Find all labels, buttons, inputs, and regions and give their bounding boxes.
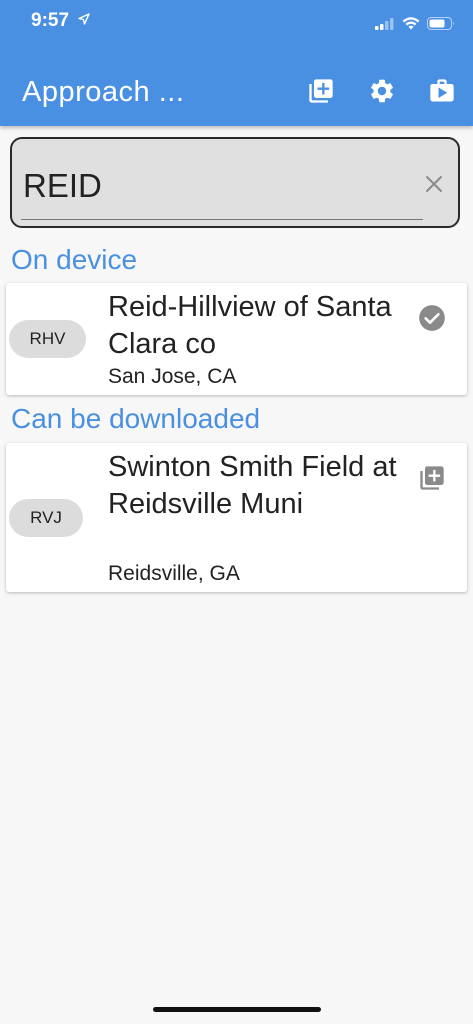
add-box-icon [309,79,333,103]
airport-name: Reid-Hillview of Santa Clara co [108,291,392,360]
location-arrow-icon [78,13,90,25]
home-indicator[interactable] [153,1007,321,1012]
briefcase-play-icon [430,79,454,102]
briefing-button[interactable] [426,75,458,107]
download-button[interactable] [417,463,447,493]
section-header-on-device: On device [11,244,138,275]
airport-city: Reidsville, GA [108,562,240,585]
cellular-signal-icon [375,17,394,30]
downloaded-status [417,303,447,333]
airport-code-chip: RVJ [9,499,83,537]
section-header-downloadable: Can be downloaded [11,403,261,434]
airport-city: San Jose, CA [108,365,237,388]
battery-icon [427,17,454,30]
airport-name: Swinton Smith Field at Reidsville Muni [108,451,397,520]
status-time: 9:57 [31,10,70,31]
search-box [10,137,460,228]
app-bar: 9:57 Approach ... [0,0,473,126]
add-approach-button[interactable] [305,75,337,107]
wifi-icon [402,17,420,30]
search-underline [21,219,423,220]
search-input[interactable] [21,161,423,211]
airport-code-chip: RHV [9,320,86,358]
list-item[interactable]: RVJ Swinton Smith Field at Reidsville Mu… [6,443,467,592]
check-circle-icon [419,305,445,331]
gear-icon [371,79,393,103]
clear-search-icon[interactable] [422,172,446,196]
page-title: Approach ... [22,76,185,108]
status-indicators [375,17,455,30]
library-add-icon [420,466,444,490]
settings-button[interactable] [366,75,398,107]
list-item[interactable]: RHV Reid-Hillview of Santa Clara co San … [6,283,467,395]
